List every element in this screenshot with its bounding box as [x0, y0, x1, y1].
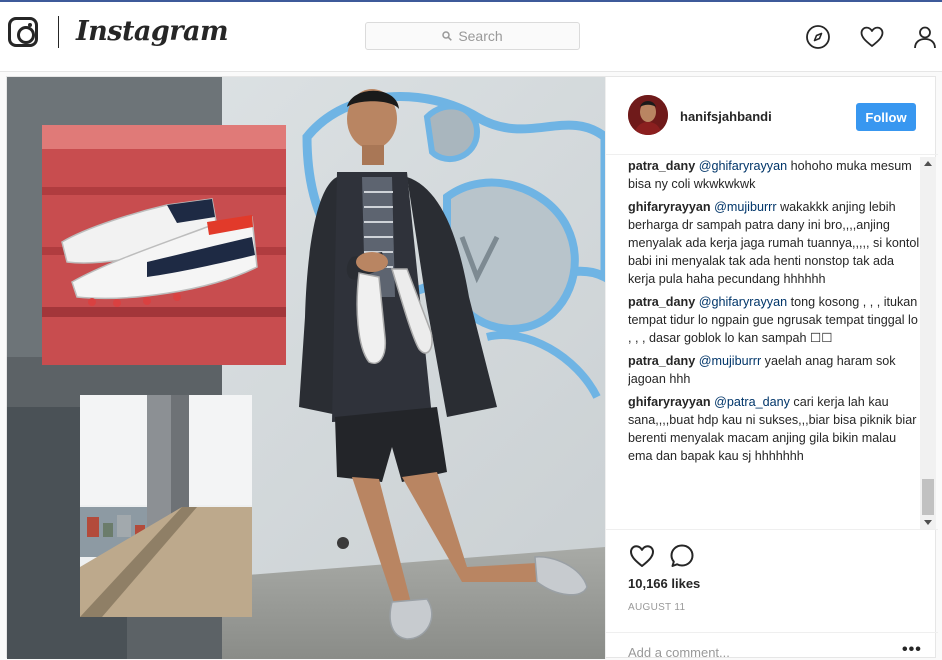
- comment-mention[interactable]: @ghifaryrayyan: [699, 159, 787, 173]
- comment-author[interactable]: patra_dany: [628, 354, 695, 368]
- search-icon: [442, 31, 453, 41]
- heart-icon[interactable]: [859, 24, 885, 50]
- follow-button[interactable]: Follow: [856, 103, 916, 131]
- scroll-thumb[interactable]: [922, 479, 934, 515]
- instagram-camera-icon[interactable]: [8, 17, 38, 47]
- comment-author[interactable]: ghifaryrayyan: [628, 200, 711, 214]
- comment-author[interactable]: patra_dany: [628, 295, 695, 309]
- avatar[interactable]: [628, 95, 668, 135]
- post-photo[interactable]: [7, 77, 605, 659]
- like-heart-icon[interactable]: [628, 542, 656, 570]
- comment-mention[interactable]: @mujiburrr: [699, 354, 761, 368]
- compass-icon[interactable]: [805, 24, 831, 50]
- more-options-icon[interactable]: •••: [902, 641, 922, 659]
- post-photo-illustration: [7, 77, 605, 659]
- comment-bubble-icon[interactable]: [668, 542, 696, 570]
- comment-mention[interactable]: @mujiburrr: [714, 200, 776, 214]
- scroll-up-arrow-icon[interactable]: [924, 161, 932, 166]
- search-input[interactable]: Search: [365, 22, 580, 50]
- post-card: hanifsjahbandi Follow patra_dany @ghifar…: [6, 76, 938, 660]
- comment-author[interactable]: patra_dany: [628, 159, 695, 173]
- avatar-image: [628, 95, 668, 135]
- comments-list[interactable]: patra_dany @ghifaryrayyan hohoho muka me…: [628, 157, 922, 527]
- top-nav: Instagram Search: [0, 0, 942, 72]
- comment-item: patra_dany @ghifaryrayyan tong kosong , …: [628, 293, 922, 347]
- add-comment-row: Add a comment... •••: [606, 632, 938, 660]
- post-date: AUGUST 11: [628, 602, 686, 613]
- comments-scrollbar[interactable]: [920, 157, 936, 529]
- post-actions: 10,166 likes AUGUST 11 Add a comment... …: [606, 529, 938, 660]
- post-header: hanifsjahbandi Follow: [606, 77, 938, 155]
- post-username[interactable]: hanifsjahbandi: [680, 109, 772, 124]
- comment-mention[interactable]: @patra_dany: [714, 395, 790, 409]
- comment-item: patra_dany @mujiburrr yaelah anag haram …: [628, 352, 922, 388]
- comment-item: ghifaryrayyan @patra_dany cari kerja lah…: [628, 393, 922, 465]
- comment-item: patra_dany @ghifaryrayyan hohoho muka me…: [628, 157, 922, 193]
- scroll-down-arrow-icon[interactable]: [924, 520, 932, 525]
- comment-author[interactable]: ghifaryrayyan: [628, 395, 711, 409]
- instagram-wordmark[interactable]: Instagram: [76, 16, 229, 47]
- post-sidebar: hanifsjahbandi Follow patra_dany @ghifar…: [605, 77, 938, 660]
- profile-icon[interactable]: [912, 24, 938, 50]
- logo-divider: [58, 16, 59, 48]
- likes-count[interactable]: 10,166 likes: [628, 576, 700, 591]
- comment-item: ghifaryrayyan @mujiburrr wakakkk anjing …: [628, 198, 922, 288]
- comment-mention[interactable]: @ghifaryrayyan: [699, 295, 787, 309]
- search-placeholder: Search: [458, 28, 503, 44]
